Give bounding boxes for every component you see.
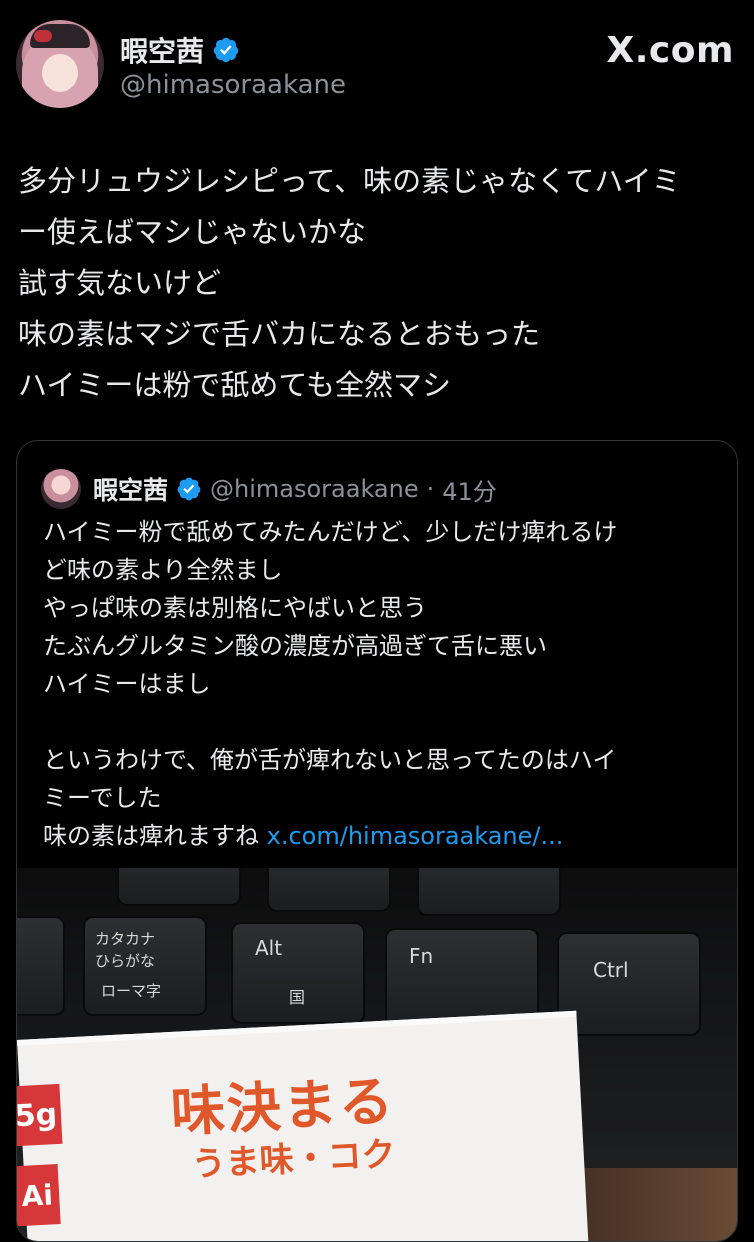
quoted-line-with-link: 味の素は痺れますね x.com/himasoraakane/... (43, 817, 723, 855)
verified-badge-icon (213, 37, 239, 63)
tweet-line: ー使えばマシじゃないかな (18, 215, 367, 249)
tweet-header: 暇空茜 @himasoraakane X.com (16, 20, 738, 112)
quoted-author-handle[interactable]: @himasoraakane (210, 475, 419, 503)
author-name-row: 暇空茜 (120, 30, 240, 70)
packet-brand-badge: Ai (17, 1164, 61, 1227)
packet-weight-badge: 5g (17, 1083, 63, 1147)
quoted-author-avatar[interactable] (41, 469, 81, 509)
quoted-tweet-header: 暇空茜 @himasoraakane · 41分 (41, 469, 497, 509)
quoted-line: ど味の素より全然まし (43, 556, 283, 584)
quoted-timestamp[interactable]: 41分 (442, 472, 497, 507)
keyboard-key (267, 868, 391, 912)
tweet-line: 多分リュウジレシピって、味の素じゃなくてハイミ (18, 164, 681, 198)
key-label: Fn (409, 944, 434, 968)
author-display-name[interactable]: 暇空茜 (120, 30, 204, 70)
quoted-author-name[interactable]: 暇空茜 (93, 471, 168, 507)
keyboard-key (117, 868, 241, 906)
x-brand-logo: X.com (606, 30, 734, 71)
key-label: Ctrl (593, 958, 629, 982)
tweet-body: 多分リュウジレシピって、味の素じゃなくてハイミ ー使えばマシじゃないかな 試す気… (18, 156, 738, 411)
quoted-line: たぶんグルタミン酸の濃度が高過ぎて舌に悪い (43, 632, 547, 660)
key-label: カタカナ (95, 930, 156, 948)
alt-key: Alt 国 (231, 922, 365, 1024)
verified-badge-icon (177, 477, 201, 501)
ctrl-key: Ctrl (557, 932, 701, 1036)
quoted-line: ミーでした (43, 784, 162, 812)
keyboard-key (417, 868, 561, 916)
key-label: ローマ字 (101, 982, 162, 1000)
quoted-line-text: 味の素は痺れますね (43, 822, 267, 850)
quoted-tweet-card[interactable]: 暇空茜 @himasoraakane · 41分 ハイミー粉で舐めてみたんだけど… (16, 440, 738, 1242)
quoted-line: ハイミー粉で舐めてみたんだけど、少しだけ痺れるけ (43, 518, 618, 546)
packet-subtitle: うま味・コク (190, 1134, 397, 1185)
author-handle[interactable]: @himasoraakane (120, 70, 346, 100)
key-label: ひらがな (95, 952, 156, 970)
key-label: Alt (255, 936, 283, 960)
tweet-line: 試す気ないけど (18, 266, 222, 300)
tweet-line: ハイミーは粉で舐めても全然マシ (18, 368, 451, 402)
quoted-tweet-photo[interactable]: カタカナ ひらがな ローマ字 Alt 国 Fn Ctrl 5g Ai 味決まる (17, 868, 737, 1241)
quoted-separator: · (426, 475, 435, 503)
quoted-link[interactable]: x.com/himasoraakane/... (267, 822, 564, 850)
key-label: 国 (289, 988, 306, 1007)
quoted-line: やっぱ味の素は別格にやばいと思う (43, 594, 427, 622)
quoted-line: というわけで、俺が舌が痺れないと思ってたのはハイ (43, 746, 617, 774)
seasoning-packet: 5g Ai 味決まる うま味・コク (17, 1010, 589, 1241)
author-avatar[interactable] (16, 20, 104, 108)
tweet-line: 味の素はマジで舌バカになるとおもった (18, 317, 541, 351)
quoted-line: ハイミーはまし (43, 670, 211, 698)
keyboard-key (17, 916, 65, 1016)
kana-key: カタカナ ひらがな ローマ字 (83, 916, 207, 1016)
quoted-tweet-body: ハイミー粉で舐めてみたんだけど、少しだけ痺れるけ ど味の素より全然まし やっぱ味… (43, 513, 723, 855)
quoted-line (43, 703, 723, 741)
